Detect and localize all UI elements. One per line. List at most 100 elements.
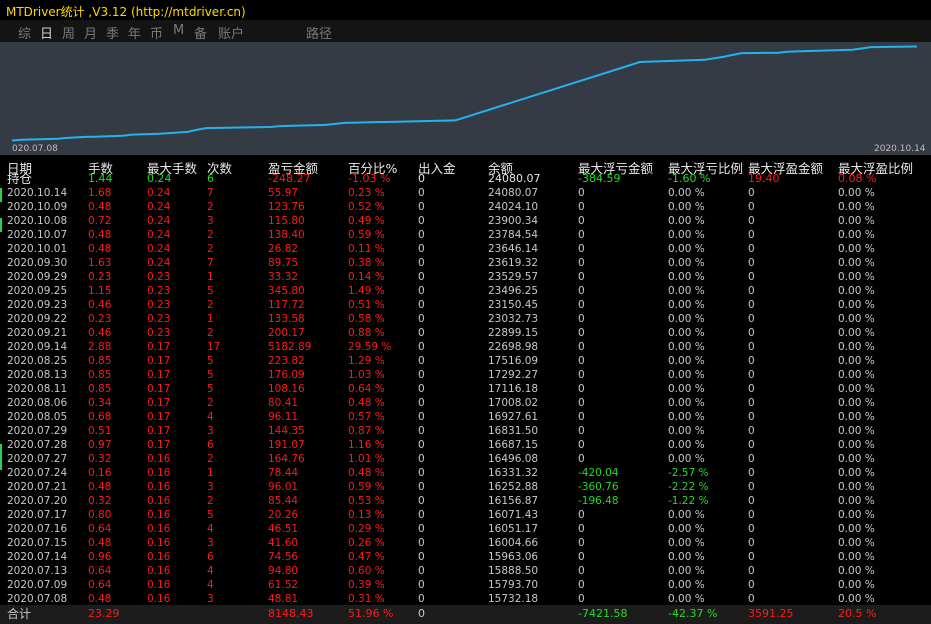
table-row-cell: 0 xyxy=(748,425,755,437)
table-row-cell: 0.00 % xyxy=(668,453,705,465)
table-row-cell: 0 xyxy=(418,201,425,213)
table-row-cell: 0 xyxy=(418,579,425,591)
table-row-cell: 0.23 xyxy=(147,271,171,283)
table-row-cell: -420.04 xyxy=(578,467,619,479)
table-row-cell: 61.52 xyxy=(268,579,299,591)
table-row-cell: 0 xyxy=(748,537,755,549)
table-row-cell: 23900.34 xyxy=(488,215,539,227)
table-row-cell: 0 xyxy=(748,285,755,297)
table-row-cell: 0.80 xyxy=(88,509,112,521)
table-row-cell: 0.00 % xyxy=(668,271,705,283)
table-row-cell: 0.17 xyxy=(147,397,171,409)
table-row-cell: 5 xyxy=(207,285,214,297)
table-row-cell: 0.16 xyxy=(147,509,171,521)
window-title: MTDriver统计 ,V3.12 (http://mtdriver.cn) xyxy=(6,5,246,19)
table-row-cell: 0.00 % xyxy=(838,509,875,521)
tab-3[interactable]: 月 xyxy=(84,23,97,42)
table-row-cell: 0.00 % xyxy=(668,327,705,339)
table-row-cell: 2 xyxy=(207,229,214,241)
table-row-cell: 0 xyxy=(418,355,425,367)
table-row-cell: 0 xyxy=(418,257,425,269)
position-row-cell: 24080.07 xyxy=(488,172,541,185)
table-row-cell: 55.97 xyxy=(268,187,299,199)
table-row-cell: 0.16 xyxy=(147,579,171,591)
tab-5[interactable]: 年 xyxy=(128,23,141,42)
table-row-cell: 0.00 % xyxy=(838,411,875,423)
tab-6[interactable]: 币 xyxy=(150,23,163,42)
table-row-cell: 0.57 % xyxy=(348,411,385,423)
tab-4[interactable]: 季 xyxy=(106,23,119,42)
tab-7[interactable]: M xyxy=(173,23,184,38)
table-row-cell: 1.63 xyxy=(88,257,112,269)
table-row-cell: 0 xyxy=(578,579,585,591)
table-row-cell: 0.48 xyxy=(88,229,112,241)
table-row-cell: 15963.06 xyxy=(488,551,539,563)
table-row-cell: 0.00 % xyxy=(668,187,705,199)
table-row-cell: 78.44 xyxy=(268,467,299,479)
tab-0[interactable]: 综 xyxy=(18,23,31,42)
table-row-cell: 0 xyxy=(748,313,755,325)
table-row-cell: 0.17 xyxy=(147,355,171,367)
table-row-cell: 0.32 xyxy=(88,495,112,507)
tab-10[interactable]: 路径 xyxy=(306,23,332,42)
table-row-cell: 0.11 % xyxy=(348,243,385,255)
table-row-cell: 0.00 % xyxy=(838,341,875,353)
table-row-cell: 0 xyxy=(418,215,425,227)
tab-2[interactable]: 周 xyxy=(62,23,75,42)
table-row-cell: 0.16 xyxy=(147,453,171,465)
table-row-cell: 0.72 xyxy=(88,215,112,227)
table-row-cell: 345.80 xyxy=(268,285,305,297)
table-row-cell: 0 xyxy=(748,355,755,367)
table-row-cell: 144.35 xyxy=(268,425,305,437)
table-row-cell: 0 xyxy=(748,509,755,521)
table-row-cell: 0 xyxy=(748,369,755,381)
table-row-cell: 3 xyxy=(207,537,214,549)
table-row-cell: 2020.07.28 xyxy=(7,439,68,451)
table-row-cell: 5182.89 xyxy=(268,341,312,353)
table-row-cell: 0 xyxy=(748,383,755,395)
table-row-cell: 33.32 xyxy=(268,271,299,283)
table-row-cell: 0 xyxy=(418,243,425,255)
position-row-cell: 1.44 xyxy=(88,172,113,185)
table-row-cell: 0 xyxy=(748,495,755,507)
tab-9[interactable]: 账户 xyxy=(218,23,244,42)
table-row-cell: 0 xyxy=(418,369,425,381)
table-row-cell: 0.48 xyxy=(88,537,112,549)
table-row-cell: 0.00 % xyxy=(668,425,705,437)
table-row-cell: 0.00 % xyxy=(838,579,875,591)
table-row-cell: 23150.45 xyxy=(488,299,539,311)
table-row-cell: 15888.50 xyxy=(488,565,539,577)
table-row-cell: 2020.08.11 xyxy=(7,383,68,395)
table-row-cell: 0 xyxy=(578,257,585,269)
table-row-cell: 0.17 xyxy=(147,425,171,437)
tab-1[interactable]: 日 xyxy=(40,23,53,42)
table-row-cell: 0.52 % xyxy=(348,201,385,213)
table-row-cell: 0.23 xyxy=(147,299,171,311)
table-row-cell: 0.00 % xyxy=(838,313,875,325)
table-row-cell: 0.00 % xyxy=(838,383,875,395)
table-row-cell: 176.09 xyxy=(268,369,305,381)
table-row-cell: 0.00 % xyxy=(838,201,875,213)
table-row-cell: 0.00 % xyxy=(838,467,875,479)
table-row-cell: 0.64 % xyxy=(348,383,385,395)
table-row-cell: 0.17 xyxy=(147,439,171,451)
table-row-cell: 0.51 % xyxy=(348,299,385,311)
table-row-cell: 0.00 % xyxy=(838,229,875,241)
table-row-cell: 5 xyxy=(207,509,214,521)
period-tabs: 综日周月季年币 M 备账户 路径 xyxy=(0,20,931,42)
table-row-cell: 0.24 xyxy=(147,215,171,227)
table-row-cell: 96.01 xyxy=(268,481,299,493)
total-row-cell: 51.96 % xyxy=(348,607,394,620)
table-row-cell: 17008.02 xyxy=(488,397,539,409)
table-row-cell: 0 xyxy=(418,299,425,311)
table-row-cell: 0.00 % xyxy=(668,215,705,227)
table-row-cell: 0.00 % xyxy=(838,257,875,269)
table-row-cell: 48.81 xyxy=(268,593,299,605)
table-row-cell: 16331.32 xyxy=(488,467,539,479)
table-row-cell: 2020.07.20 xyxy=(7,495,68,507)
table-row-cell: 4 xyxy=(207,523,214,535)
table-row-cell: 2020.09.21 xyxy=(7,327,68,339)
table-row-cell: 0.00 % xyxy=(668,509,705,521)
tab-8[interactable]: 备 xyxy=(194,23,207,42)
table-row-cell: 0 xyxy=(748,215,755,227)
